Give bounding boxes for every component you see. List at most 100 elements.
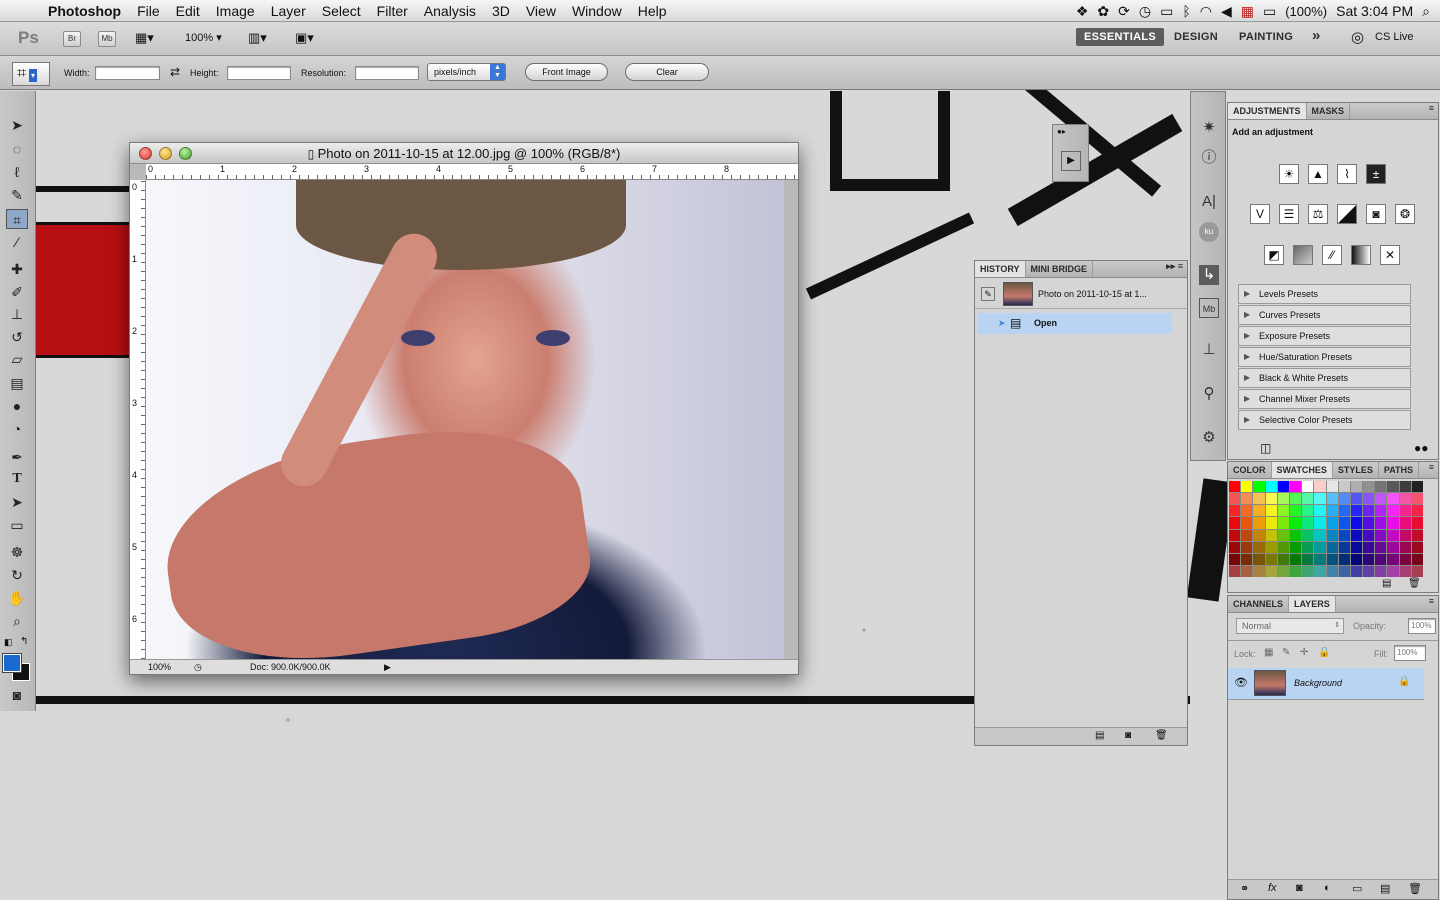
photo-filter-icon[interactable]: ◙ xyxy=(1366,204,1386,224)
swatch[interactable] xyxy=(1229,517,1241,529)
swatch[interactable] xyxy=(1314,553,1326,565)
swatch[interactable] xyxy=(1302,529,1314,541)
eraser-tool-icon[interactable]: ▱ xyxy=(6,349,28,369)
new-layer-icon[interactable]: ▤ xyxy=(1380,882,1390,895)
swatch[interactable] xyxy=(1265,541,1277,553)
front-image-button[interactable]: Front Image xyxy=(525,63,608,81)
history-brush-source-icon[interactable]: ✎ xyxy=(981,287,995,301)
swatch[interactable] xyxy=(1350,565,1363,577)
delete-swatch-icon[interactable]: 🗑 xyxy=(1408,578,1421,589)
swatch[interactable] xyxy=(1241,493,1253,505)
canvas-image[interactable] xyxy=(146,180,784,659)
info-icon[interactable]: ⓘ xyxy=(1199,148,1219,168)
tab-paths[interactable]: PATHS xyxy=(1379,462,1420,478)
layer-style-icon[interactable]: fx xyxy=(1268,882,1277,894)
time-machine-icon[interactable]: ◷ xyxy=(1139,4,1151,18)
panel-menu-icon[interactable]: ≡ xyxy=(1429,103,1438,119)
status-info-icon[interactable]: ◷ xyxy=(194,660,202,674)
swap-dimensions-icon[interactable]: ⇄ xyxy=(170,65,180,79)
brightness-contrast-icon[interactable]: ☀ xyxy=(1279,164,1299,184)
posterize-icon[interactable] xyxy=(1293,245,1313,265)
clone-stamp-tool-icon[interactable]: ⊥ xyxy=(6,304,28,324)
delete-state-icon[interactable]: 🗑 xyxy=(1155,730,1168,741)
tab-color[interactable]: COLOR xyxy=(1228,462,1272,478)
swatch[interactable] xyxy=(1277,517,1289,529)
swatch[interactable] xyxy=(1338,541,1350,553)
swatch[interactable] xyxy=(1229,541,1241,553)
hue-saturation-icon[interactable]: ☰ xyxy=(1279,204,1299,224)
menu-clock[interactable]: Sat 3:04 PM xyxy=(1336,3,1413,19)
preset-exposure[interactable]: Exposure Presets xyxy=(1238,326,1411,346)
clip-to-layer-icon[interactable]: ◫ xyxy=(1260,441,1271,455)
swatch[interactable] xyxy=(1411,481,1423,493)
arrange-documents-icon[interactable]: ▥▾ xyxy=(248,30,267,46)
kuler-icon[interactable]: ku xyxy=(1199,222,1219,242)
swatch[interactable] xyxy=(1265,553,1277,565)
swatch[interactable] xyxy=(1302,553,1314,565)
swatch[interactable] xyxy=(1241,541,1253,553)
swatch[interactable] xyxy=(1387,565,1399,577)
swatch[interactable] xyxy=(1241,517,1253,529)
swatch[interactable] xyxy=(1338,553,1350,565)
swatch[interactable] xyxy=(1277,529,1289,541)
threshold-icon[interactable]: ⁄⁄ xyxy=(1322,245,1342,265)
swatch[interactable] xyxy=(1277,541,1289,553)
brush-tool-icon[interactable]: ✐ xyxy=(6,282,28,302)
menu-image[interactable]: Image xyxy=(208,3,263,19)
swatch[interactable] xyxy=(1399,505,1411,517)
menu-app-photoshop[interactable]: Photoshop xyxy=(40,3,129,19)
sync-icon[interactable]: ⟳ xyxy=(1118,4,1130,18)
swatch[interactable] xyxy=(1387,481,1399,493)
exposure-icon[interactable]: ± xyxy=(1366,164,1386,184)
zoom-tool-icon[interactable]: ⌕ xyxy=(6,611,28,631)
swatch[interactable] xyxy=(1363,529,1375,541)
tab-swatches[interactable]: SWATCHES xyxy=(1271,462,1333,478)
swatch[interactable] xyxy=(1375,553,1387,565)
swatch[interactable] xyxy=(1375,565,1387,577)
swatch[interactable] xyxy=(1375,541,1387,553)
swap-colors-icon[interactable]: ↰ xyxy=(20,636,28,647)
swatch[interactable] xyxy=(1289,541,1302,553)
3d-rotate-tool-icon[interactable]: ☸ xyxy=(6,542,28,562)
workspace-essentials[interactable]: ESSENTIALS xyxy=(1076,28,1165,46)
black-white-icon[interactable] xyxy=(1337,204,1357,224)
swatch[interactable] xyxy=(1326,493,1338,505)
swatch[interactable] xyxy=(1277,493,1289,505)
swatch[interactable] xyxy=(1229,505,1241,517)
swatch[interactable] xyxy=(1314,505,1326,517)
3d-orbit-tool-icon[interactable]: ↻ xyxy=(6,565,28,585)
swatch[interactable] xyxy=(1314,517,1326,529)
fill-field[interactable]: 100% xyxy=(1394,645,1426,661)
new-adjustment-layer-icon[interactable]: ◐ xyxy=(1324,882,1331,894)
swatch-grid[interactable] xyxy=(1229,481,1423,577)
swatch[interactable] xyxy=(1363,553,1375,565)
foreground-color-swatch[interactable] xyxy=(3,654,21,672)
bluetooth-icon[interactable]: ᛒ xyxy=(1182,4,1190,18)
resolution-field[interactable] xyxy=(355,66,419,80)
status-zoom[interactable]: 100% xyxy=(148,660,171,674)
add-mask-icon[interactable]: ◙ xyxy=(1296,882,1303,894)
height-field[interactable] xyxy=(227,66,291,80)
swatch[interactable] xyxy=(1229,493,1241,505)
spotlight-search-icon[interactable]: ⌕ xyxy=(1422,4,1430,18)
launch-bridge-button[interactable]: Br xyxy=(63,31,81,47)
swatch[interactable] xyxy=(1241,553,1253,565)
close-window-button[interactable] xyxy=(139,147,152,160)
healing-brush-tool-icon[interactable]: ✚ xyxy=(6,259,28,279)
swatch[interactable] xyxy=(1411,505,1423,517)
swatch[interactable] xyxy=(1363,517,1375,529)
swatch[interactable] xyxy=(1265,517,1277,529)
dropbox-icon[interactable]: ❖ xyxy=(1076,4,1089,18)
swatch[interactable] xyxy=(1277,505,1289,517)
swatch[interactable] xyxy=(1302,493,1314,505)
swatch[interactable] xyxy=(1302,565,1314,577)
swatch[interactable] xyxy=(1338,505,1350,517)
swatch[interactable] xyxy=(1253,541,1265,553)
panel-collapse-icon[interactable]: ●▸ xyxy=(1057,127,1066,136)
swatch[interactable] xyxy=(1411,529,1423,541)
document-title-bar[interactable]: ▯ Photo on 2011-10-15 at 12.00.jpg @ 100… xyxy=(130,143,798,164)
swatch[interactable] xyxy=(1350,517,1363,529)
swatch[interactable] xyxy=(1265,529,1277,541)
minimize-window-button[interactable] xyxy=(159,147,172,160)
type-tool-icon[interactable]: T xyxy=(6,469,28,489)
